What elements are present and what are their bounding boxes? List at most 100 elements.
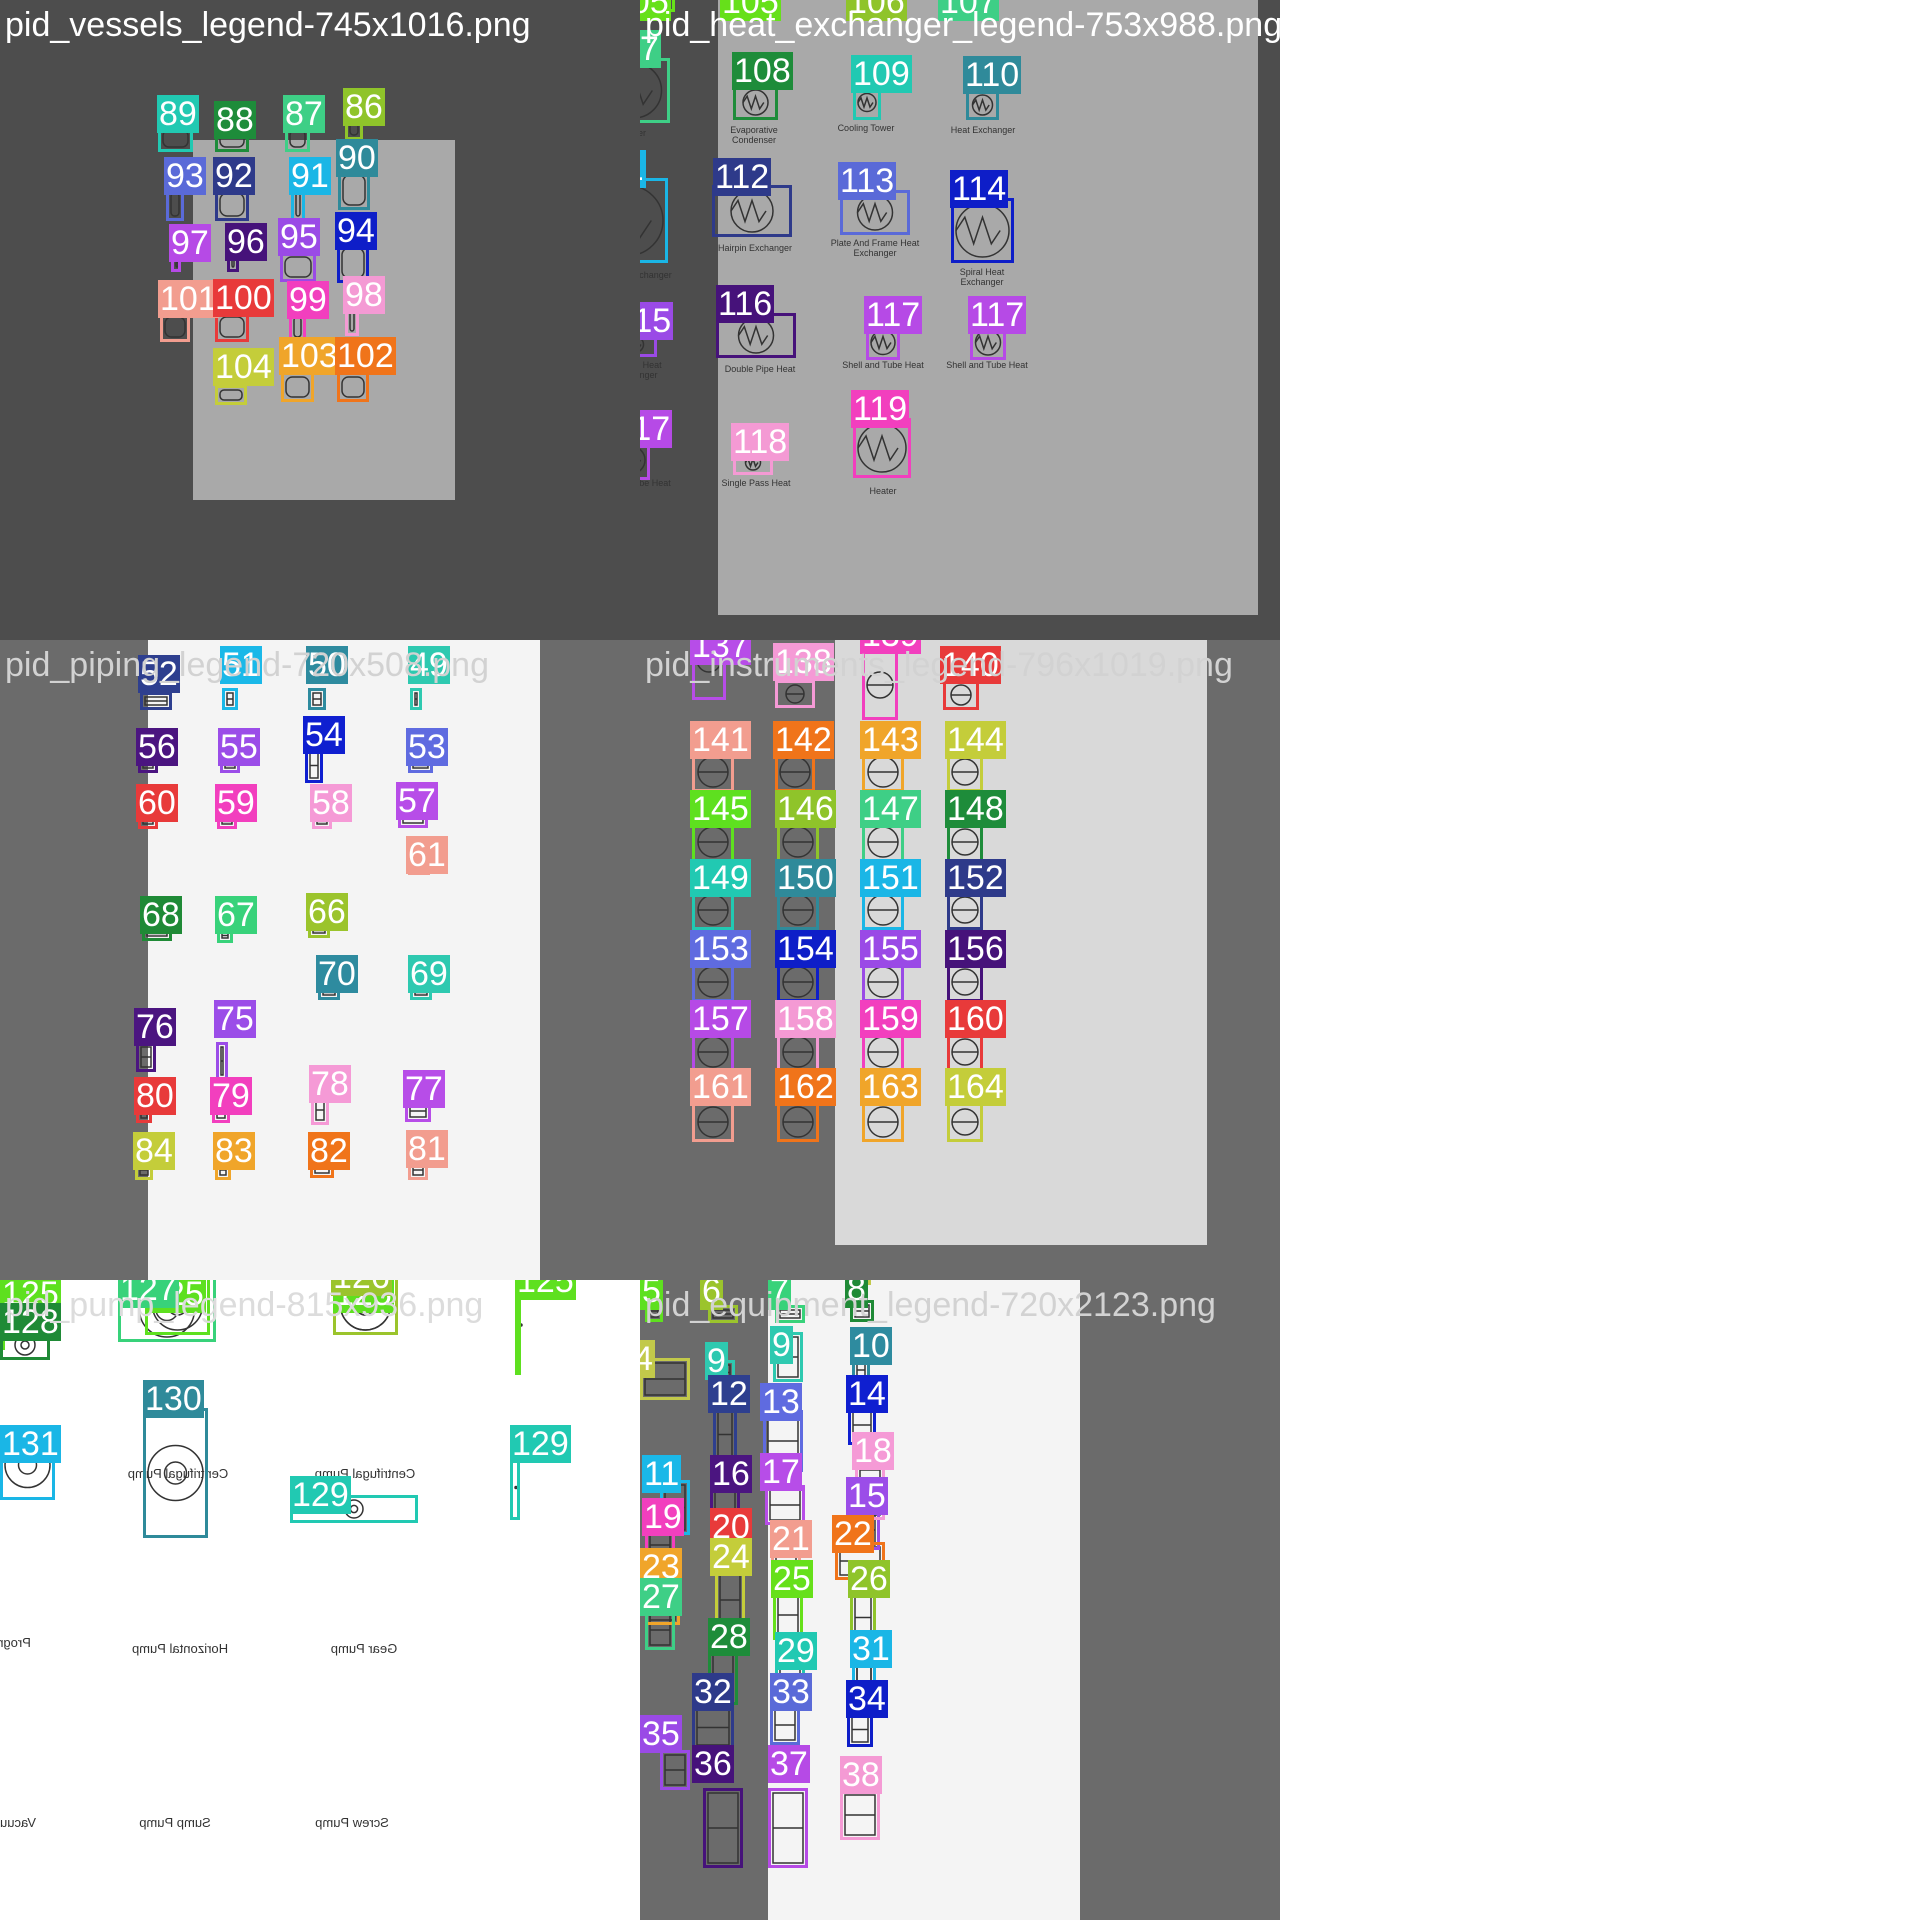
annotation-label: 36	[692, 1745, 734, 1783]
annotation-label: 145	[690, 790, 751, 828]
tile-caption: pid_piping_legend-720x508.png	[5, 646, 489, 684]
annotation-label: 142	[773, 721, 834, 759]
annotation-label: 144	[945, 721, 1006, 759]
annotation-box	[770, 1705, 800, 1745]
annotation-label: 17	[760, 1453, 802, 1491]
annotation-label: 98	[343, 276, 385, 314]
annotation-label: 22	[832, 1515, 874, 1553]
annotation-label: 34	[846, 1680, 888, 1718]
annotation-label: 25	[771, 1560, 813, 1598]
annotation-label: 153	[690, 930, 751, 968]
annotation-label: 27	[640, 1578, 682, 1616]
annotation-box	[713, 1407, 737, 1462]
annotation-label: 28	[708, 1618, 750, 1656]
tile-caption: pid_pump_legend-815x936.png	[5, 1286, 484, 1324]
annotation-label: 111	[640, 150, 646, 188]
symbol-caption: Shell and Tube Heat	[946, 360, 1028, 370]
annotation-label: 117	[864, 296, 923, 334]
annotation-label: 125	[515, 1280, 576, 1300]
annotation-label: 154	[775, 930, 836, 968]
tile-caption: pid_instruments_legend-796x1019.png	[645, 646, 1233, 684]
annotation-label: 38	[840, 1756, 882, 1794]
annotation-label: 163	[860, 1068, 921, 1106]
annotation-label: 66	[306, 893, 348, 931]
tile-equipment: pid_equipment_legend-720x2123.png 456784…	[640, 1280, 1280, 1920]
annotation-box	[765, 1485, 805, 1525]
tile-piping: pid_piping_legend-720x508.png 52 51 50 49 56…	[0, 640, 640, 1280]
annotation-label: 59	[215, 784, 257, 822]
symbol-caption: Hairpin Exchanger	[717, 243, 793, 253]
annotation-box	[143, 1408, 208, 1538]
annotation-label: 57	[396, 782, 438, 820]
annotation-box	[862, 962, 904, 1002]
annotation-label: 69	[408, 955, 450, 993]
annotation-label: 82	[308, 1132, 350, 1170]
annotation-label: 31	[850, 1630, 892, 1668]
annotation-label: 116	[716, 285, 775, 323]
symbol-caption: Heater	[869, 486, 897, 496]
annotation-box	[692, 1032, 734, 1072]
annotation-label: 29	[775, 1632, 817, 1670]
annotation-label: 19	[642, 1498, 684, 1536]
symbol-caption: Screw Pump	[315, 1815, 389, 1830]
annotation-label: 148	[945, 790, 1006, 828]
annotation-box	[966, 90, 999, 120]
annotation-label: 84	[133, 1132, 175, 1170]
symbol-caption: Heat Exchanger	[950, 125, 1016, 135]
annotation-label: 86	[343, 88, 385, 126]
annotation-box	[777, 962, 819, 1002]
annotation-box	[862, 1032, 904, 1072]
annotation-label: 87	[283, 95, 325, 133]
annotation-label: 77	[403, 1070, 445, 1108]
annotation-box	[410, 688, 422, 710]
annotation-label: 70	[316, 955, 358, 993]
annotation-label: 113	[838, 162, 897, 200]
annotation-box	[337, 372, 369, 402]
annotation-label: 54	[303, 716, 345, 754]
annotation-label: 104	[213, 348, 274, 386]
annotation-label: 89	[157, 95, 199, 133]
annotation-box	[947, 962, 983, 1002]
annotation-box	[733, 85, 778, 120]
annotation-label: 90	[336, 139, 378, 177]
symbol-caption: Sump Pump	[139, 1815, 211, 1830]
equipment-canvas	[768, 1280, 1080, 1920]
symbol-caption: Gear Pump	[330, 1641, 398, 1656]
annotation-box	[777, 1102, 819, 1142]
symbol-caption: Shell and Tube Heat	[842, 360, 924, 370]
annotation-box	[216, 1042, 228, 1080]
annotation-label: 130	[143, 1380, 204, 1418]
annotation-label: 61	[406, 836, 448, 874]
annotation-label: 83	[213, 1132, 255, 1170]
annotation-label: 119	[851, 390, 910, 428]
annotation-label: 88	[214, 101, 256, 139]
annotation-box	[840, 1790, 880, 1840]
annotation-label: 68	[140, 896, 182, 934]
annotation-box	[692, 962, 734, 1002]
annotation-label: 99	[287, 281, 329, 319]
annotation-label: 80	[134, 1077, 176, 1115]
annotation-label: 79	[210, 1077, 252, 1115]
symbol-caption: Air Cooled Exchanger	[640, 270, 672, 280]
symbol-caption: Double Pipe Heat	[724, 364, 796, 374]
symbol-caption: Cooling Tower	[837, 123, 895, 133]
annotation-label: 157	[690, 1000, 751, 1038]
annotation-box	[862, 1102, 904, 1142]
annotation-label: 110	[963, 56, 1022, 94]
annotation-label: 143	[860, 721, 921, 759]
annotation-label: 11	[642, 1455, 682, 1493]
annotation-box	[308, 688, 326, 710]
annotation-label: 24	[710, 1538, 752, 1576]
annotation-label: 97	[169, 224, 211, 262]
annotation-label: 118	[731, 423, 790, 461]
annotation-box	[947, 822, 983, 862]
annotation-box	[136, 1042, 156, 1072]
annotation-label: 114	[950, 170, 1009, 208]
symbol-caption: Spiral Heat Exchanger	[959, 267, 1005, 287]
annotation-label: 112	[713, 158, 772, 196]
annotation-box	[640, 178, 668, 263]
annotation-box	[222, 688, 238, 710]
tile-caption: pid_heat_exchanger_legend-753x988.png	[645, 6, 1280, 44]
annotation-label: 26	[848, 1560, 890, 1598]
annotation-label: 156	[945, 930, 1006, 968]
